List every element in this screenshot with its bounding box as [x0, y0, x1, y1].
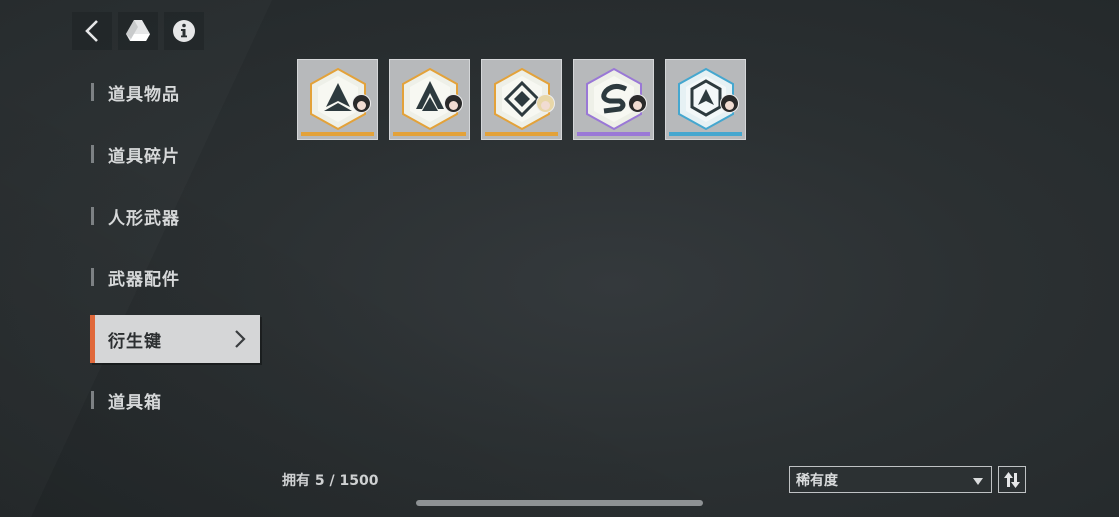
rarity-bar	[393, 132, 466, 136]
sidebar-item-attachments[interactable]: 武器配件	[90, 253, 260, 301]
chevron-right-icon	[235, 330, 246, 348]
sidebar-item-item-boxes[interactable]: 道具箱	[90, 376, 260, 424]
sidebar-item-weapons[interactable]: 人形武器	[90, 192, 260, 240]
sidebar-item-marker	[91, 268, 94, 286]
rarity-bar	[577, 132, 650, 136]
top-toolbar	[72, 12, 204, 50]
sidebar-item-marker	[91, 145, 94, 163]
chevron-left-icon	[85, 20, 98, 42]
triangle-logo-icon	[126, 20, 150, 41]
sort-dropdown[interactable]: 稀有度	[789, 466, 992, 493]
sidebar-item-label: 道具物品	[108, 84, 180, 105]
inventory-item[interactable]	[573, 59, 654, 140]
inventory-item[interactable]	[665, 59, 746, 140]
sidebar-item-marker	[91, 391, 94, 409]
rarity-bar	[485, 132, 558, 136]
sidebar-item-fragments[interactable]: 道具碎片	[90, 130, 260, 178]
chevron-down-icon	[973, 478, 983, 485]
sidebar-item-derived-keys[interactable]: 衍生键	[90, 315, 260, 363]
character-avatar	[352, 94, 371, 113]
sidebar-item-label: 人形武器	[108, 208, 180, 229]
drive-button[interactable]	[118, 12, 158, 50]
rarity-bar	[669, 132, 742, 136]
sort-dropdown-label: 稀有度	[796, 472, 838, 489]
character-avatar	[628, 94, 647, 113]
character-avatar	[536, 94, 555, 113]
item-count: 拥有 5 / 1500	[282, 473, 379, 489]
info-icon	[173, 20, 195, 42]
rarity-bar	[301, 132, 374, 136]
sort-order-icon	[1004, 471, 1020, 488]
sidebar-item-label: 衍生键	[108, 331, 162, 352]
horizontal-scrollbar[interactable]	[416, 500, 703, 506]
sidebar-item-label: 道具箱	[108, 392, 162, 413]
sidebar-item-label: 道具碎片	[108, 146, 180, 167]
sidebar-item-marker	[90, 315, 95, 363]
inventory-item[interactable]	[297, 59, 378, 140]
character-avatar	[444, 94, 463, 113]
inventory-item[interactable]	[481, 59, 562, 140]
sidebar-item-items[interactable]: 道具物品	[90, 68, 260, 116]
character-avatar	[720, 94, 739, 113]
info-button[interactable]	[164, 12, 204, 50]
inventory-grid	[297, 59, 746, 140]
sidebar-item-marker	[91, 83, 94, 101]
back-button[interactable]	[72, 12, 112, 50]
sidebar-item-marker	[91, 207, 94, 225]
inventory-item[interactable]	[389, 59, 470, 140]
sidebar-item-label: 武器配件	[108, 269, 180, 290]
sort-order-button[interactable]	[998, 466, 1026, 493]
